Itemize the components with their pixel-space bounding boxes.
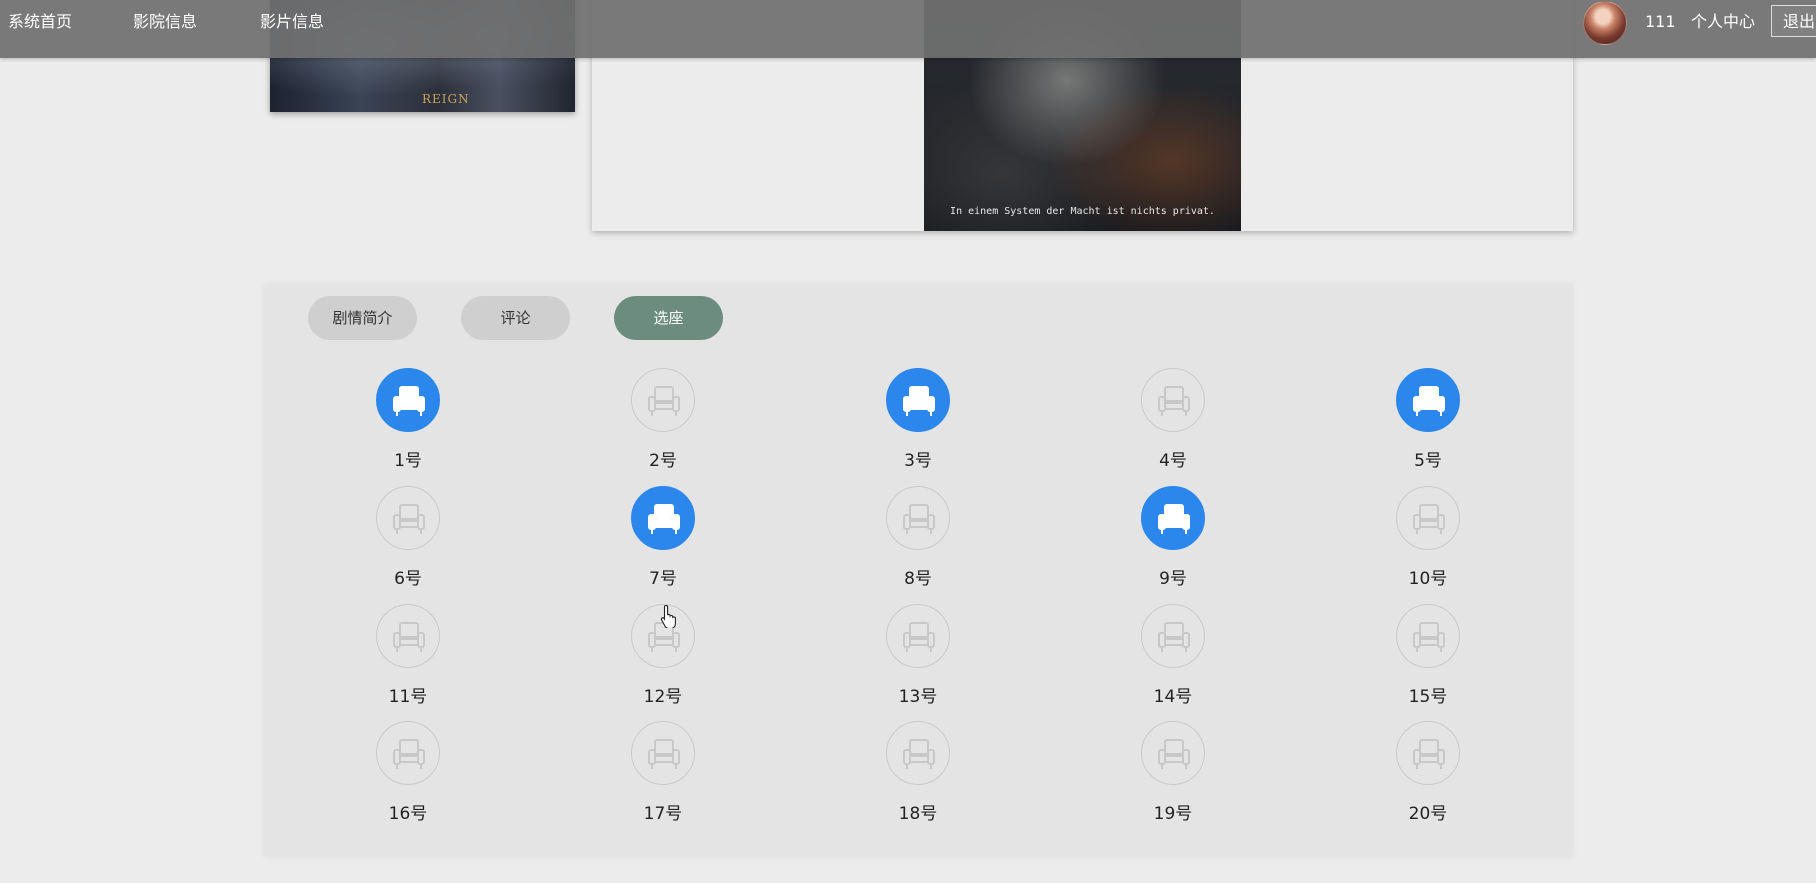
seat-label: 8号	[904, 569, 932, 589]
tab-synopsis[interactable]: 剧情简介	[308, 296, 417, 340]
seat-label: 4号	[1159, 451, 1187, 471]
seat-17[interactable]: 17号	[603, 721, 723, 831]
seat-3[interactable]: 3号	[858, 368, 978, 478]
tab-seat-selection[interactable]: 选座	[614, 296, 723, 340]
top-nav: 系统首页 影院信息 影片信息 111 个人中心 退出	[0, 0, 1816, 58]
armchair-icon	[393, 622, 425, 652]
seat-label: 12号	[643, 687, 683, 707]
seat-19[interactable]: 19号	[1113, 721, 1233, 831]
seat-9[interactable]: 9号	[1113, 486, 1233, 596]
seat-circle	[631, 721, 695, 785]
armchair-icon	[1413, 386, 1445, 416]
seat-label: 10号	[1408, 569, 1448, 589]
seat-4[interactable]: 4号	[1113, 368, 1233, 478]
seat-circle	[886, 486, 950, 550]
nav-cinema-info-link[interactable]: 影院信息	[133, 10, 197, 34]
seat-circle	[886, 721, 950, 785]
seat-13[interactable]: 13号	[858, 604, 978, 714]
seat-circle	[376, 721, 440, 785]
armchair-icon	[903, 739, 935, 769]
armchair-icon	[903, 622, 935, 652]
armchair-icon	[903, 386, 935, 416]
seat-14[interactable]: 14号	[1113, 604, 1233, 714]
armchair-icon	[393, 504, 425, 534]
seat-circle	[1141, 368, 1205, 432]
seat-7[interactable]: 7号	[603, 486, 723, 596]
user-center-link[interactable]: 个人中心	[1691, 10, 1755, 34]
seat-circle	[1396, 486, 1460, 550]
seat-circle	[886, 368, 950, 432]
nav-movie-info-link[interactable]: 影片信息	[260, 10, 324, 34]
seat-label: 17号	[643, 804, 683, 824]
seat-10[interactable]: 10号	[1368, 486, 1488, 596]
armchair-icon	[648, 739, 680, 769]
nav-home-link[interactable]: 系统首页	[8, 10, 72, 34]
seat-circle	[376, 486, 440, 550]
seat-label: 11号	[388, 687, 428, 707]
logout-button[interactable]: 退出	[1771, 5, 1816, 37]
seat-1[interactable]: 1号	[348, 368, 468, 478]
avatar[interactable]	[1583, 1, 1627, 45]
seat-label: 9号	[1159, 569, 1187, 589]
hand-pointer-icon	[660, 604, 676, 628]
seat-label: 1号	[394, 451, 422, 471]
seat-circle	[376, 368, 440, 432]
seat-label: 5号	[1414, 451, 1442, 471]
seat-circle	[631, 368, 695, 432]
armchair-icon	[1158, 622, 1190, 652]
seat-label: 2号	[649, 451, 677, 471]
seat-2[interactable]: 2号	[603, 368, 723, 478]
seat-circle	[631, 486, 695, 550]
seat-label: 16号	[388, 804, 428, 824]
seat-circle	[376, 604, 440, 668]
seat-15[interactable]: 15号	[1368, 604, 1488, 714]
seat-circle	[1396, 368, 1460, 432]
seat-20[interactable]: 20号	[1368, 721, 1488, 831]
tab-comments[interactable]: 评论	[461, 296, 570, 340]
seat-circle	[1141, 721, 1205, 785]
seat-label: 19号	[1153, 804, 1193, 824]
seat-label: 6号	[394, 569, 422, 589]
seat-8[interactable]: 8号	[858, 486, 978, 596]
seat-6[interactable]: 6号	[348, 486, 468, 596]
armchair-icon	[903, 504, 935, 534]
seat-11[interactable]: 11号	[348, 604, 468, 714]
seat-label: 15号	[1408, 687, 1448, 707]
seat-label: 13号	[898, 687, 938, 707]
armchair-icon	[1158, 504, 1190, 534]
seat-selection-panel: 剧情简介 评论 选座 1号 2号 3号 4号 5号 6号 7号 8号 9号 10号 11号 12号 13…	[264, 284, 1573, 857]
armchair-icon	[648, 504, 680, 534]
seat-label: 18号	[898, 804, 938, 824]
seat-label: 3号	[904, 451, 932, 471]
poster-title: REIGN	[422, 92, 470, 106]
armchair-icon	[1158, 386, 1190, 416]
seat-circle	[1141, 486, 1205, 550]
video-caption: In einem System der Macht ist nichts pri…	[950, 206, 1215, 217]
seat-circle	[886, 604, 950, 668]
armchair-icon	[1413, 622, 1445, 652]
armchair-icon	[1413, 739, 1445, 769]
username: 111	[1645, 12, 1676, 31]
seat-label: 14号	[1153, 687, 1193, 707]
seat-label: 20号	[1408, 804, 1448, 824]
seat-circle	[1396, 604, 1460, 668]
seat-16[interactable]: 16号	[348, 721, 468, 831]
armchair-icon	[393, 739, 425, 769]
armchair-icon	[1158, 739, 1190, 769]
seat-circle	[1141, 604, 1205, 668]
armchair-icon	[648, 386, 680, 416]
seat-18[interactable]: 18号	[858, 721, 978, 831]
seat-circle	[1396, 721, 1460, 785]
armchair-icon	[393, 386, 425, 416]
armchair-icon	[1413, 504, 1445, 534]
seat-label: 7号	[649, 569, 677, 589]
seat-5[interactable]: 5号	[1368, 368, 1488, 478]
